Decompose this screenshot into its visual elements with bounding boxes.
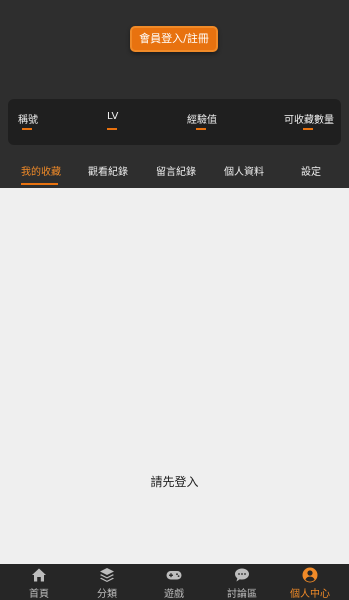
nav-item-games[interactable]: 遊戲 <box>144 564 204 600</box>
nav-item-profile-label: 個人中心 <box>290 589 330 600</box>
stats-panel: 稱號 LV 經驗值 可收藏數量 <box>8 99 341 145</box>
stat-experience: 經驗值 <box>187 99 247 145</box>
stat-favorite-capacity-label: 可收藏數量 <box>284 115 334 126</box>
nav-item-profile[interactable]: 個人中心 <box>280 564 340 600</box>
stat-level-label: LV <box>107 111 119 122</box>
nav-item-categories-label: 分類 <box>97 589 117 600</box>
tab-content-area: 請先登入 <box>0 188 349 564</box>
nav-item-home[interactable]: 首頁 <box>9 564 69 600</box>
tab-comment-history[interactable]: 留言紀錄 <box>156 155 196 188</box>
stat-title-label: 稱號 <box>18 115 38 126</box>
tab-comment-history-label: 留言紀錄 <box>156 167 196 178</box>
stat-title: 稱號 <box>18 99 78 145</box>
tab-profile-info-label: 個人資料 <box>224 167 264 178</box>
chat-bubble-icon <box>235 568 249 582</box>
profile-header: 會員登入/註冊 稱號 LV 經驗值 可收藏數量 我的收藏 觀看紀錄 留言紀錄 個… <box>0 0 349 188</box>
profile-tabs: 我的收藏 觀看紀錄 留言紀錄 個人資料 設定 <box>0 155 349 188</box>
stat-favorite-capacity-value-placeholder <box>303 128 313 130</box>
nav-item-categories[interactable]: 分類 <box>77 564 137 600</box>
layers-icon <box>100 568 114 582</box>
stat-experience-value-placeholder <box>196 128 206 130</box>
home-icon <box>32 568 46 582</box>
nav-item-home-label: 首頁 <box>29 589 49 600</box>
nav-item-forum[interactable]: 討論區 <box>212 564 272 600</box>
nav-item-forum-label: 討論區 <box>227 589 257 600</box>
tab-watch-history-label: 觀看紀錄 <box>88 167 128 178</box>
stat-title-value-placeholder <box>22 128 32 130</box>
stat-level: LV <box>107 99 147 145</box>
login-register-button[interactable]: 會員登入/註冊 <box>130 26 218 52</box>
tab-profile-info[interactable]: 個人資料 <box>224 155 264 188</box>
stat-favorite-capacity: 可收藏數量 <box>284 99 340 145</box>
active-tab-indicator <box>21 183 58 185</box>
tab-my-favorites[interactable]: 我的收藏 <box>21 155 61 188</box>
tab-settings[interactable]: 設定 <box>301 155 325 188</box>
tab-watch-history[interactable]: 觀看紀錄 <box>88 155 128 188</box>
bottom-navigation-bar: 首頁 分類 遊戲 討論區 個人中心 <box>0 564 349 600</box>
stat-level-value-placeholder <box>107 128 117 130</box>
login-prompt-message: 請先登入 <box>150 475 199 489</box>
nav-item-games-label: 遊戲 <box>164 589 184 600</box>
gamepad-icon <box>166 571 182 580</box>
tab-settings-label: 設定 <box>301 167 321 178</box>
user-circle-icon <box>302 567 318 583</box>
tab-my-favorites-label: 我的收藏 <box>21 167 61 178</box>
stat-experience-label: 經驗值 <box>187 115 217 126</box>
